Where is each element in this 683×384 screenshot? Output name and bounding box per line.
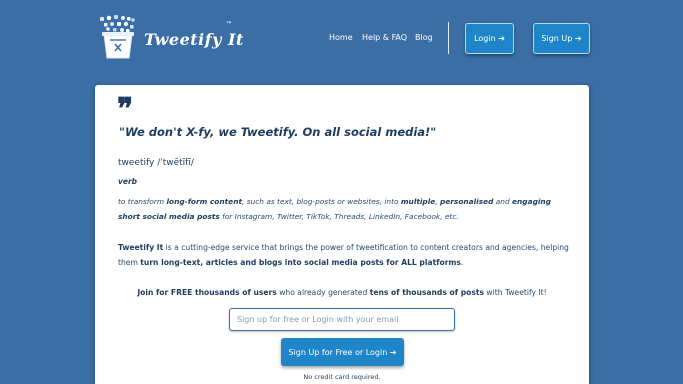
login-button[interactable]: Login ➔ bbox=[465, 23, 514, 54]
definition-part-of-speech: verb bbox=[118, 177, 138, 186]
hero-card: ❞ "We don't X-fy, we Tweetify. On all so… bbox=[95, 85, 589, 384]
email-input[interactable] bbox=[229, 308, 455, 331]
service-description: Tweetify It is a cutting-edge service th… bbox=[118, 243, 569, 267]
definition-word: tweetify /ˈtwētĭfī/ bbox=[118, 158, 194, 168]
nav-blog-link[interactable]: Blog bbox=[415, 33, 433, 42]
definition-text: to transform long-form content, such as … bbox=[118, 197, 551, 221]
no-credit-card-note: No credit card required. bbox=[303, 373, 381, 381]
nav-divider bbox=[448, 22, 449, 54]
hero-headline: "We don't X-fy, we Tweetify. On all soci… bbox=[119, 125, 437, 139]
site-header: Tweetify It ™ Home Help & FAQ Blog Login… bbox=[0, 0, 683, 78]
quote-icon: ❞ bbox=[117, 92, 134, 127]
cup-with-social-icons-icon bbox=[100, 15, 135, 59]
join-text: Join for FREE thousands of users who alr… bbox=[137, 288, 547, 297]
nav-home-link[interactable]: Home bbox=[329, 33, 353, 42]
trademark-symbol: ™ bbox=[226, 21, 232, 28]
signup-button[interactable]: Sign Up ➔ bbox=[533, 23, 590, 54]
brand-name: Tweetify It bbox=[144, 30, 244, 49]
brand-logo[interactable]: Tweetify It ™ bbox=[96, 14, 246, 64]
nav-help-link[interactable]: Help & FAQ bbox=[362, 33, 407, 42]
signup-or-login-button[interactable]: Sign Up for Free or Login ➔ bbox=[281, 338, 404, 366]
